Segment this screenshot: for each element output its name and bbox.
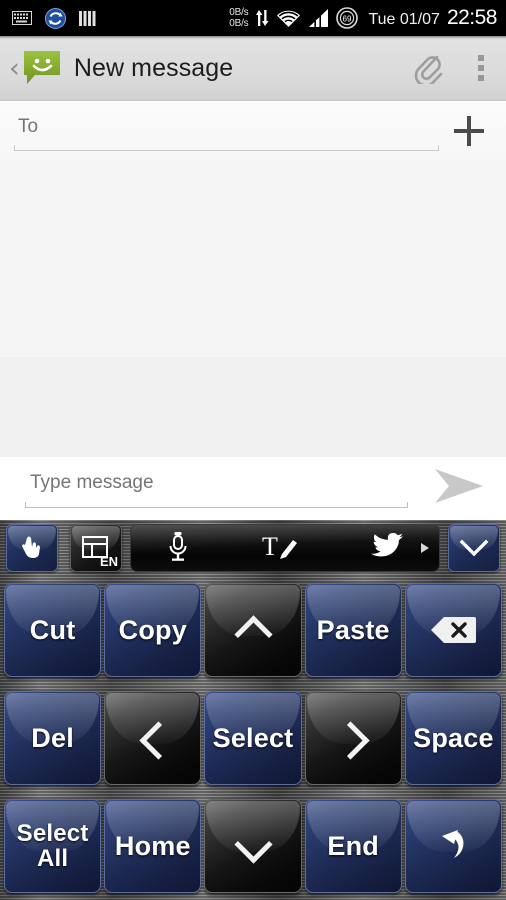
- network-speed: 0B/s 0B/s: [229, 7, 248, 29]
- cellular-signal-icon: [309, 8, 329, 27]
- key-space[interactable]: Space: [404, 691, 503, 785]
- status-bar-datetime: Tue 01/07 22:58: [368, 6, 497, 30]
- battery-percent-text: 69: [343, 14, 352, 23]
- page-title: New message: [73, 53, 234, 82]
- chevron-up-icon: [236, 613, 270, 647]
- keyboard-row: Select All Home End: [0, 792, 506, 900]
- undo-icon: [433, 827, 473, 865]
- key-label: Home: [114, 830, 191, 861]
- key-label: Space: [413, 722, 494, 753]
- add-recipient-button[interactable]: [454, 116, 484, 146]
- message-thread-area-lower: [0, 357, 506, 457]
- action-bar: ‹ New message: [0, 36, 506, 101]
- key-select[interactable]: Select: [204, 691, 302, 785]
- data-transfer-icon: [256, 10, 269, 26]
- key-paste[interactable]: Paste: [304, 583, 402, 677]
- chevron-down-icon: [459, 539, 489, 557]
- keyboard-icon: [12, 11, 32, 25]
- status-bar-left-icons: [0, 7, 96, 29]
- overflow-dot: [478, 65, 484, 71]
- signal-bars-icon: [79, 10, 96, 26]
- key-end[interactable]: End: [304, 799, 402, 893]
- action-bar-actions: [394, 48, 506, 89]
- status-bar-right-icons: 0B/s 0B/s 69 Tue 01/07 22:58: [229, 6, 506, 30]
- status-bar-date: Tue 01/07: [368, 11, 440, 28]
- key-arrow-left[interactable]: [104, 691, 202, 785]
- recipient-input-wrap: [14, 111, 439, 151]
- text-edit-button[interactable]: T: [260, 530, 300, 567]
- status-bar: 0B/s 0B/s 69 Tue 01/07 22:58: [0, 0, 506, 36]
- hand-pointer-icon: [22, 536, 40, 558]
- twitter-share-button[interactable]: [370, 532, 404, 565]
- key-arrow-right[interactable]: [304, 691, 402, 785]
- message-underline: [25, 501, 408, 508]
- text-pencil-icon: T: [262, 532, 297, 561]
- overflow-menu-icon[interactable]: [464, 55, 506, 81]
- voice-input-button[interactable]: [166, 530, 190, 567]
- key-label: End: [327, 830, 380, 861]
- strip-right-arrow-icon[interactable]: [421, 543, 429, 553]
- wifi-icon: [277, 10, 301, 27]
- twitter-bird-icon: [371, 532, 403, 556]
- chevron-left-icon: [136, 721, 170, 755]
- key-label: Paste: [316, 614, 390, 645]
- status-bar-time: 22:58: [446, 6, 498, 29]
- message-input-wrap: [25, 469, 408, 508]
- pointer-hand-key[interactable]: [6, 524, 58, 572]
- send-button[interactable]: [432, 465, 486, 512]
- keyboard-feature-strip: T: [130, 524, 440, 572]
- battery-percent-icon: 69: [336, 7, 359, 29]
- recipient-underline: [14, 144, 439, 151]
- message-input[interactable]: [25, 469, 408, 502]
- key-home[interactable]: Home: [104, 799, 202, 893]
- back-chevron-icon[interactable]: ‹: [0, 55, 22, 82]
- recipient-input[interactable]: [14, 111, 439, 146]
- key-label: Copy: [118, 614, 187, 645]
- keyboard-row: Cut Copy Paste: [0, 576, 506, 684]
- keyboard-key-rows: Cut Copy Paste Del Select Space Select A…: [0, 576, 506, 900]
- network-speed-up: 0B/s: [229, 7, 249, 18]
- send-arrow-icon: [435, 469, 483, 503]
- message-thread-area: [0, 160, 506, 457]
- key-copy[interactable]: Copy: [104, 583, 202, 677]
- custom-keyboard: EN T Cut Copy Paste Del Select Space Sel…: [0, 520, 506, 900]
- plus-icon: [467, 116, 471, 146]
- overflow-dot: [478, 75, 484, 81]
- chevron-right-icon: [336, 721, 370, 755]
- key-label: Select All: [16, 819, 89, 872]
- messaging-bubble-icon: [22, 48, 62, 88]
- svg-text:T: T: [262, 532, 278, 561]
- backspace-icon: [429, 615, 477, 645]
- keyboard-row: Del Select Space: [0, 684, 506, 792]
- chevron-down-icon: [236, 829, 270, 863]
- paperclip-icon[interactable]: [394, 48, 464, 89]
- language-layout-key[interactable]: EN: [70, 524, 122, 572]
- key-label: Del: [31, 722, 74, 753]
- language-label: EN: [99, 554, 118, 569]
- key-arrow-up[interactable]: [204, 583, 302, 677]
- key-undo[interactable]: [404, 799, 503, 893]
- key-arrow-down[interactable]: [204, 799, 302, 893]
- key-label: Cut: [29, 614, 76, 645]
- keyboard-toolbar: EN T: [0, 520, 506, 576]
- key-cut[interactable]: Cut: [4, 583, 102, 677]
- overflow-dot: [478, 55, 484, 61]
- key-select-all[interactable]: Select All: [4, 799, 102, 893]
- compose-row: [0, 457, 506, 520]
- key-backspace[interactable]: [404, 583, 503, 677]
- recipient-row: [0, 102, 506, 160]
- sync-icon: [45, 7, 66, 29]
- microphone-icon: [169, 531, 187, 561]
- key-del[interactable]: Del: [4, 691, 102, 785]
- key-label: Select: [212, 722, 294, 753]
- network-speed-down: 0B/s: [229, 18, 249, 29]
- hide-keyboard-key[interactable]: [448, 524, 500, 572]
